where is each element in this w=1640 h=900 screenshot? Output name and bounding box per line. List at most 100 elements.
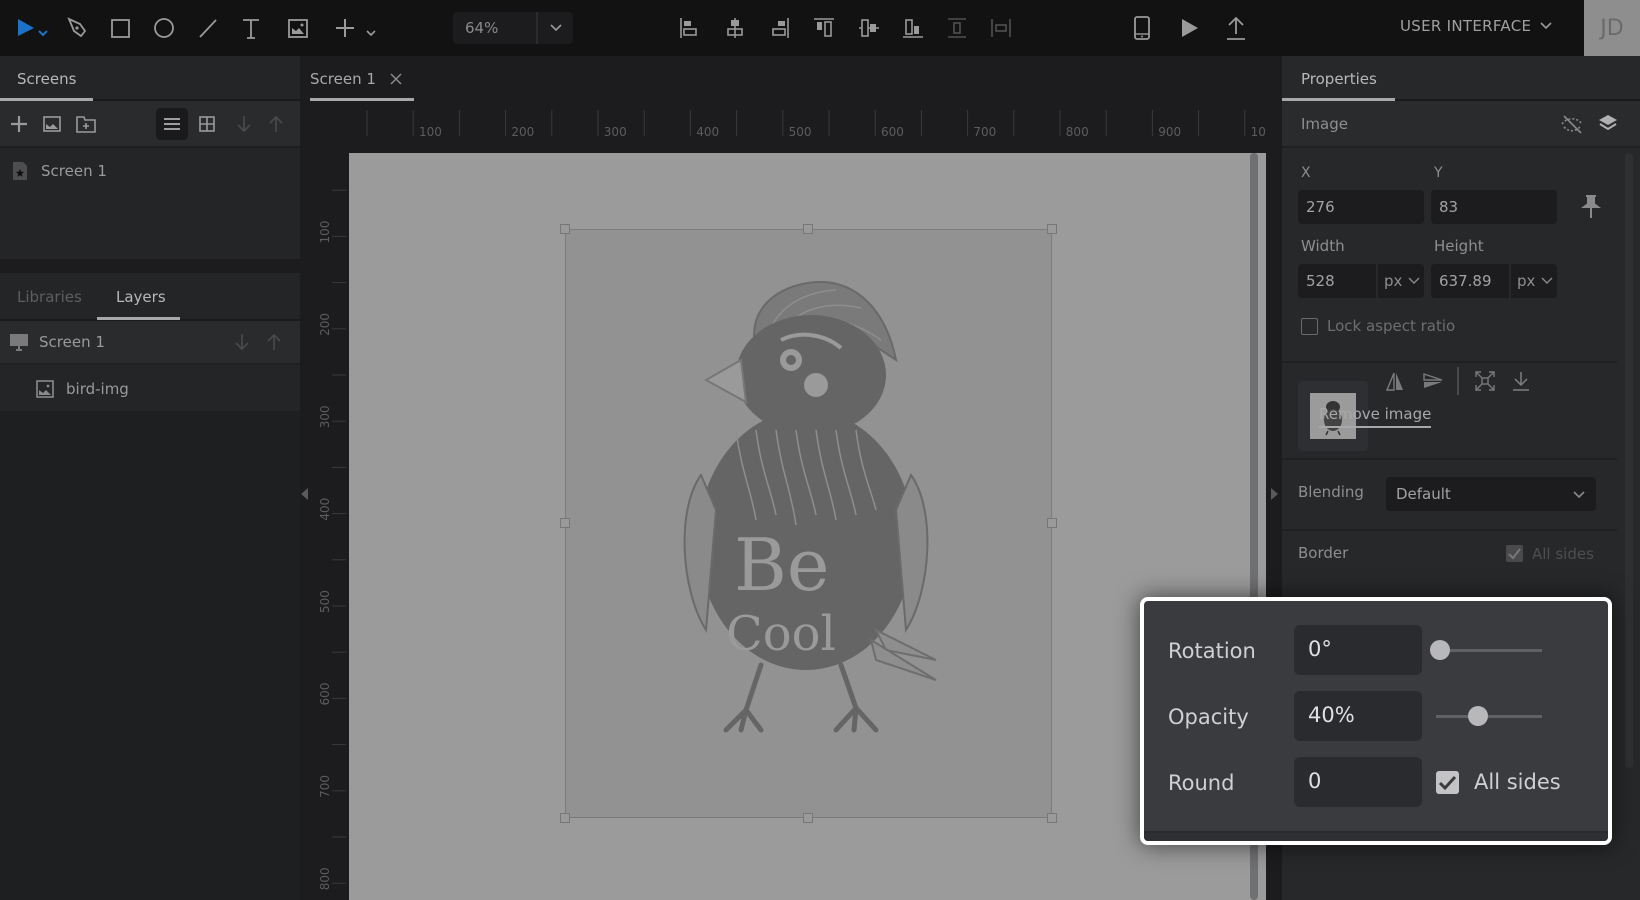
align-right-icon <box>772 18 789 38</box>
resize-handle-t[interactable] <box>803 224 813 234</box>
layers-icon[interactable] <box>1597 113 1619 135</box>
screen-list-item[interactable]: Screen 1 <box>0 149 300 193</box>
text-icon <box>243 19 259 39</box>
layer-item-screen[interactable]: Screen 1 <box>0 321 300 365</box>
y-input[interactable]: 83 <box>1431 190 1557 224</box>
distribute-vertical-button[interactable] <box>941 12 973 44</box>
height-unit-select[interactable]: px <box>1509 264 1557 298</box>
align-middle-button[interactable] <box>853 12 885 44</box>
x-input[interactable]: 276 <box>1298 190 1424 224</box>
zoom-control[interactable]: 64% <box>453 12 573 44</box>
arrow-up-icon[interactable] <box>265 332 283 352</box>
x-label: X <box>1301 165 1311 181</box>
add-folder-button[interactable] <box>71 109 101 139</box>
list-view-button[interactable] <box>156 108 188 140</box>
device-preview-button[interactable] <box>1126 12 1158 44</box>
rectangle-tool-button[interactable] <box>104 12 136 44</box>
resize-handle-b[interactable] <box>803 813 813 823</box>
blending-select[interactable]: Default <box>1386 477 1596 511</box>
user-avatar[interactable]: JD <box>1584 0 1640 56</box>
fit-icon[interactable] <box>1474 370 1496 392</box>
tab-properties[interactable]: Properties <box>1301 70 1377 88</box>
border-all-sides-checkbox[interactable] <box>1506 545 1523 562</box>
add-screen-button[interactable] <box>4 109 34 139</box>
flip-vertical-icon[interactable] <box>1422 370 1444 392</box>
image-icon <box>36 380 54 398</box>
bird-illustration: Be Cool <box>683 280 937 733</box>
opacity-input[interactable]: 40% <box>1294 691 1422 741</box>
tab-libraries[interactable]: Libraries <box>17 288 82 306</box>
flip-horizontal-icon[interactable] <box>1384 370 1406 392</box>
resize-handle-r[interactable] <box>1047 518 1057 528</box>
download-icon[interactable] <box>1510 370 1532 392</box>
rotation-slider-knob[interactable] <box>1430 640 1450 660</box>
align-right-button[interactable] <box>763 12 795 44</box>
rotation-slider-track[interactable] <box>1436 649 1542 652</box>
play-button[interactable] <box>1173 12 1205 44</box>
ruler-label: 200 <box>511 125 534 139</box>
project-menu[interactable]: USER INTERFACE <box>1400 17 1553 35</box>
distribute-h-icon <box>991 19 1011 37</box>
resize-handle-l[interactable] <box>560 518 570 528</box>
rotation-label: Rotation <box>1168 639 1256 663</box>
move-up-button[interactable] <box>261 109 291 139</box>
border-all-sides-label: All sides <box>1532 545 1594 563</box>
document-tab[interactable]: Screen 1 <box>310 70 402 88</box>
border-label: Border <box>1298 544 1349 562</box>
layer-item-bird-img[interactable]: bird-img <box>0 367 300 411</box>
grid-view-button[interactable] <box>192 109 222 139</box>
tab-screens[interactable]: Screens <box>17 70 76 88</box>
divider <box>1282 361 1617 363</box>
opacity-slider-knob[interactable] <box>1468 706 1489 726</box>
properties-scrollbar[interactable] <box>1625 153 1633 768</box>
pen-tool-button[interactable] <box>61 12 93 44</box>
text-tool-button[interactable] <box>235 12 267 44</box>
bird-image[interactable]: Be Cool <box>565 229 1052 818</box>
close-icon[interactable] <box>390 73 402 85</box>
line-tool-button[interactable] <box>192 12 224 44</box>
hide-icon[interactable] <box>1560 113 1586 135</box>
align-center-h-button[interactable] <box>719 12 751 44</box>
round-all-sides-checkbox[interactable] <box>1436 771 1459 794</box>
remove-image-link[interactable]: Remove image <box>1319 405 1432 428</box>
tab-layers[interactable]: Layers <box>116 288 166 306</box>
select-tool-button[interactable] <box>12 12 52 44</box>
resize-handle-tl[interactable] <box>560 224 570 234</box>
section-header: Image <box>1282 101 1640 148</box>
round-label: Round <box>1168 771 1235 795</box>
resize-handle-tr[interactable] <box>1047 224 1057 234</box>
arrow-down-icon <box>237 116 251 133</box>
add-element-button[interactable] <box>333 12 379 44</box>
round-input[interactable]: 0 <box>1294 757 1422 807</box>
align-top-button[interactable] <box>808 12 840 44</box>
image-icon <box>288 19 308 38</box>
zoom-value[interactable]: 64% <box>465 19 498 37</box>
image-tool-button[interactable] <box>282 12 314 44</box>
arrow-down-icon[interactable] <box>233 332 251 352</box>
lock-aspect-checkbox[interactable] <box>1301 318 1318 335</box>
collapse-right-panel-icon[interactable] <box>1271 488 1278 500</box>
share-button[interactable] <box>1220 12 1252 44</box>
resize-handle-bl[interactable] <box>560 813 570 823</box>
pin-icon[interactable] <box>1581 194 1601 220</box>
rotation-input[interactable]: 0° <box>1294 625 1422 675</box>
move-down-button[interactable] <box>229 109 259 139</box>
resize-handle-br[interactable] <box>1047 813 1057 823</box>
width-unit-select[interactable]: px <box>1376 264 1424 298</box>
top-toolbar: 64% USER INTERFACE JD <box>0 0 1640 56</box>
collapse-left-panel-icon[interactable] <box>301 488 308 500</box>
width-input[interactable]: 528 <box>1298 264 1376 298</box>
line-icon <box>199 19 217 38</box>
layers-tab-bar: Libraries Layers <box>0 273 300 321</box>
height-input[interactable]: 637.89 <box>1431 264 1509 298</box>
screen-label: Screen 1 <box>41 162 107 180</box>
add-image-screen-button[interactable] <box>37 109 67 139</box>
blending-value: Default <box>1396 485 1451 503</box>
rectangle-icon <box>111 19 130 38</box>
zoom-dropdown-button[interactable] <box>539 12 573 44</box>
ellipse-tool-button[interactable] <box>148 12 180 44</box>
align-bottom-button[interactable] <box>897 12 929 44</box>
opacity-slider-track[interactable] <box>1436 715 1542 718</box>
align-left-button[interactable] <box>674 12 706 44</box>
distribute-horizontal-button[interactable] <box>985 12 1017 44</box>
